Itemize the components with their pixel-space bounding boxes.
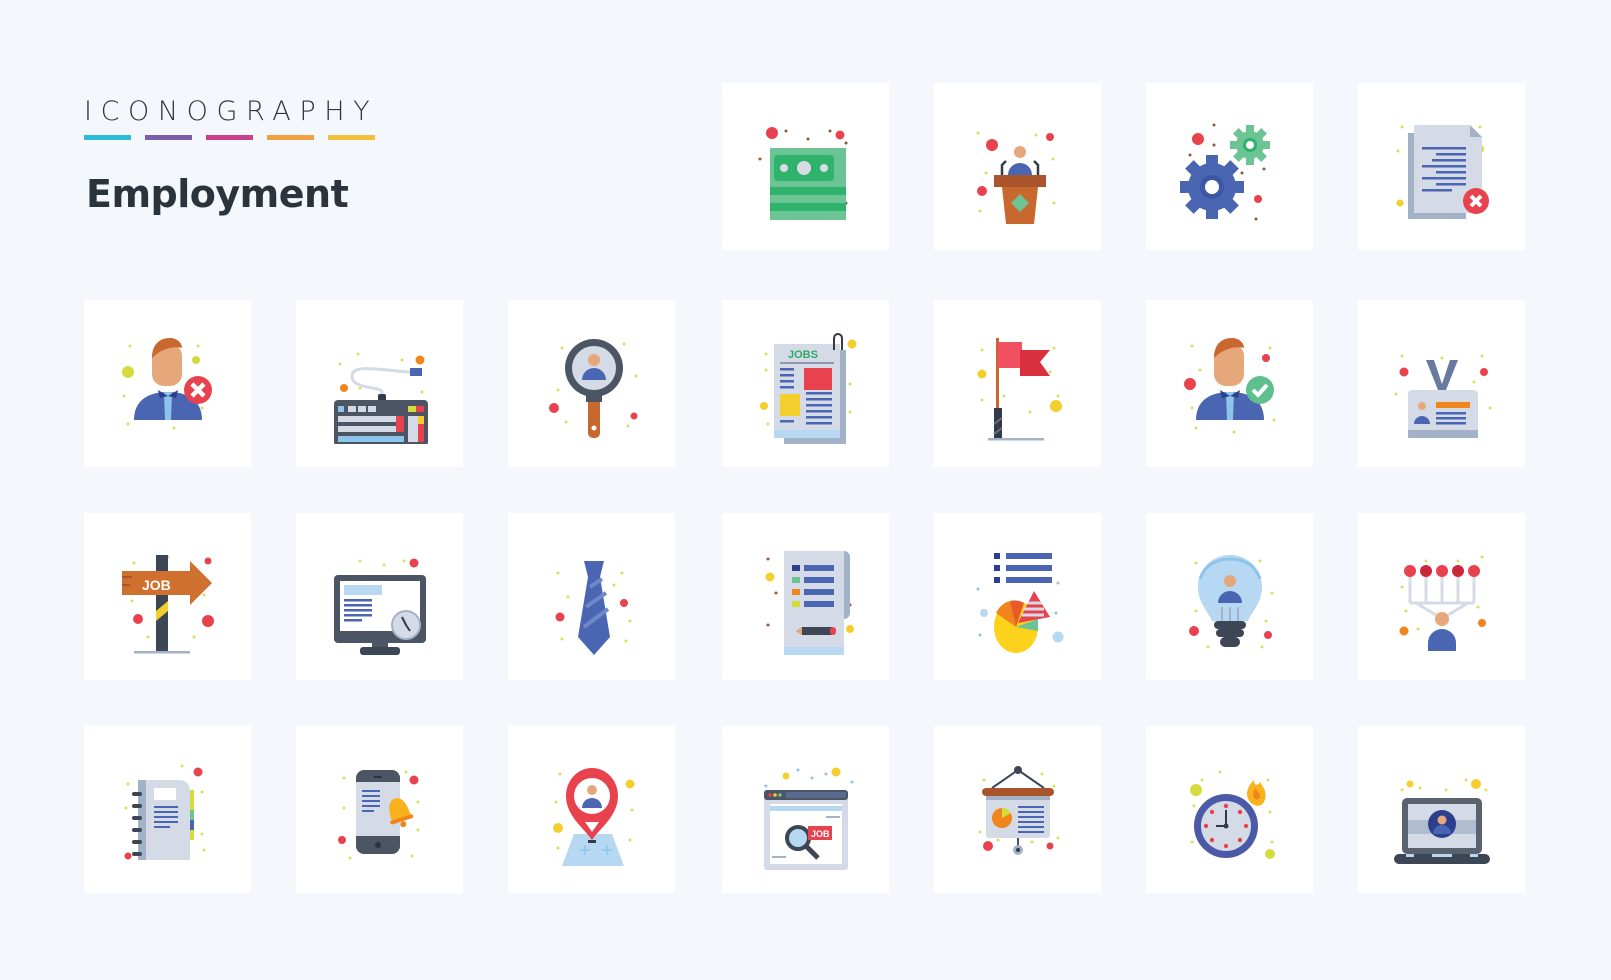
podium-speaker-icon (976, 131, 1055, 224)
icon-tile[interactable] (508, 513, 675, 680)
icon-tile[interactable] (934, 83, 1101, 250)
icon-tile[interactable] (934, 513, 1101, 680)
keyboard-icon (333, 352, 428, 444)
candidate-choice-icon (1399, 555, 1486, 651)
mobile-notification-icon (337, 769, 419, 859)
stripe-orange (267, 135, 314, 140)
icon-tile[interactable]: JOB (722, 726, 889, 893)
icon-tile[interactable] (1358, 513, 1525, 680)
icon-tile[interactable] (934, 300, 1101, 467)
job-signpost-icon: JOB (121, 554, 214, 653)
pack-title: Employment (86, 172, 349, 216)
icon-tile[interactable]: JOBS (722, 300, 889, 467)
gears-settings-icon (1179, 123, 1270, 220)
iconography-label: ICONOGRAPHY (84, 96, 379, 127)
icon-tile[interactable] (1358, 300, 1525, 467)
id-badge-icon (1394, 354, 1491, 438)
icon-tile[interactable] (934, 726, 1101, 893)
location-pin-person-icon (552, 767, 634, 866)
icon-tile[interactable] (84, 300, 251, 467)
red-flag-icon (977, 337, 1062, 440)
laptop-profile-icon (1393, 778, 1490, 864)
search-candidate-icon (548, 338, 637, 438)
icon-tile[interactable] (722, 83, 889, 250)
icon-tile[interactable] (1146, 726, 1313, 893)
icon-tile[interactable] (722, 513, 889, 680)
approved-candidate-icon (1183, 337, 1275, 433)
icon-tile[interactable] (296, 513, 463, 680)
icon-tile[interactable]: JOB (84, 513, 251, 680)
job-sign-label: JOB (142, 577, 171, 593)
icon-tile[interactable] (296, 300, 463, 467)
icon-tile[interactable] (1358, 83, 1525, 250)
stripe-magenta (206, 135, 253, 140)
icon-tile[interactable] (508, 726, 675, 893)
jobs-newspaper-icon: JOBS (759, 332, 856, 444)
stripe-purple (145, 135, 192, 140)
jobs-label: JOBS (788, 349, 818, 361)
job-search-browser-icon: JOB (763, 767, 853, 870)
idea-bulb-person-icon (1188, 554, 1273, 648)
icon-tile[interactable] (84, 726, 251, 893)
checklist-document-icon (765, 550, 854, 655)
money-stack-icon (758, 126, 847, 220)
icon-tile[interactable] (1146, 83, 1313, 250)
notebook-icon (124, 764, 205, 860)
brand-header: ICONOGRAPHY (84, 98, 378, 140)
stripe-yellow (328, 135, 375, 140)
icon-tile[interactable] (1358, 726, 1525, 893)
rejected-document-icon (1396, 124, 1489, 219)
color-stripes (84, 135, 378, 140)
stripe-cyan (84, 135, 131, 140)
deadline-clock-fire-icon (1189, 770, 1275, 859)
icon-tile[interactable] (296, 726, 463, 893)
pie-chart-report-icon (976, 552, 1063, 653)
presentation-board-icon (978, 765, 1059, 855)
necktie-icon (555, 560, 631, 655)
monitor-clock-icon (333, 558, 426, 655)
rejected-candidate-icon (121, 337, 212, 429)
icon-tile[interactable] (1146, 300, 1313, 467)
icon-tile[interactable] (1146, 513, 1313, 680)
job-tag-label: JOB (811, 829, 830, 839)
icon-tile[interactable] (508, 300, 675, 467)
